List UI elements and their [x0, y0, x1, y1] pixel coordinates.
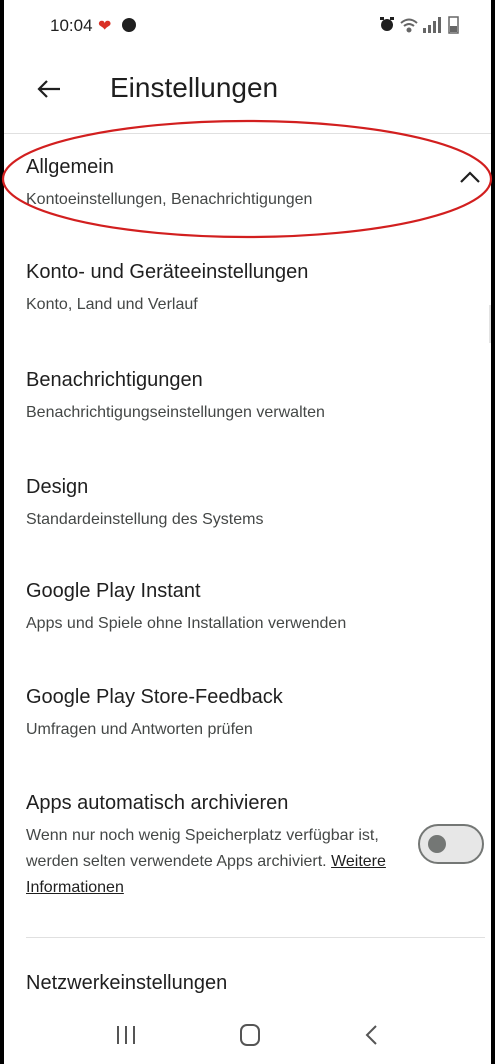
heart-icon: ❤	[98, 18, 112, 35]
section-subtitle: Standardeinstellung des Systems	[26, 511, 264, 528]
archive-toggle[interactable]	[418, 824, 484, 864]
section-title: Allgemein	[26, 156, 114, 178]
settings-section-network[interactable]: Netzwerkeinstellungen	[26, 972, 475, 995]
section-subtitle: Kontoeinstellungen, Benachrichtigungen	[26, 191, 313, 208]
section-subtitle: Apps und Spiele ohne Installation verwen…	[26, 615, 347, 632]
archive-description: Wenn nur noch wenig Speicherplatz verfüg…	[26, 823, 395, 901]
settings-section-archive[interactable]: Apps automatisch archivieren Wenn nur no…	[26, 792, 395, 901]
section-title: Apps automatisch archivieren	[26, 792, 289, 814]
archive-description-text: Wenn nur noch wenig Speicherplatz verfüg…	[26, 827, 379, 870]
section-title: Google Play Store-Feedback	[26, 686, 283, 708]
wifi-icon	[400, 18, 418, 33]
home-icon[interactable]	[230, 1020, 270, 1050]
status-time: 10:04	[50, 16, 93, 35]
status-bar: 10:04 ❤	[50, 14, 465, 40]
scrollbar	[489, 305, 491, 343]
settings-section-instant[interactable]: Google Play Instant Apps und Spiele ohne…	[26, 580, 475, 637]
signal-icon	[423, 17, 441, 33]
settings-section-allgemein[interactable]: Allgemein Kontoeinstellungen, Benachrich…	[26, 156, 475, 213]
system-icons	[380, 16, 459, 34]
app-bar: Einstellungen	[0, 68, 495, 116]
recent-apps-icon[interactable]	[106, 1020, 146, 1050]
page-title: Einstellungen	[110, 72, 279, 103]
navigation-bar	[0, 1008, 495, 1064]
section-title: Benachrichtigungen	[26, 369, 203, 391]
section-subtitle: Konto, Land und Verlauf	[26, 296, 198, 313]
divider	[4, 133, 491, 134]
settings-section-konto[interactable]: Konto- und Geräteeinstellungen Konto, La…	[26, 261, 475, 318]
section-title: Design	[26, 476, 89, 498]
app-icon	[122, 18, 136, 32]
section-subtitle: Benachrichtigungseinstellungen verwalten	[26, 404, 325, 421]
settings-section-benachrichtigungen[interactable]: Benachrichtigungen Benachrichtigungseins…	[26, 369, 475, 426]
section-title: Konto- und Geräteeinstellungen	[26, 261, 309, 283]
settings-section-feedback[interactable]: Google Play Store-Feedback Umfragen und …	[26, 686, 475, 743]
toggle-knob	[428, 835, 446, 853]
chevron-up-icon[interactable]	[459, 170, 481, 184]
back-nav-icon[interactable]	[352, 1020, 392, 1050]
divider	[26, 937, 485, 938]
section-title: Netzwerkeinstellungen	[26, 972, 228, 994]
settings-section-design[interactable]: Design Standardeinstellung des Systems	[26, 476, 475, 533]
arrow-left-icon[interactable]	[34, 74, 64, 104]
section-title: Google Play Instant	[26, 580, 201, 602]
section-subtitle: Umfragen und Antworten prüfen	[26, 721, 253, 738]
alarm-icon	[380, 17, 394, 31]
battery-icon	[448, 16, 459, 34]
